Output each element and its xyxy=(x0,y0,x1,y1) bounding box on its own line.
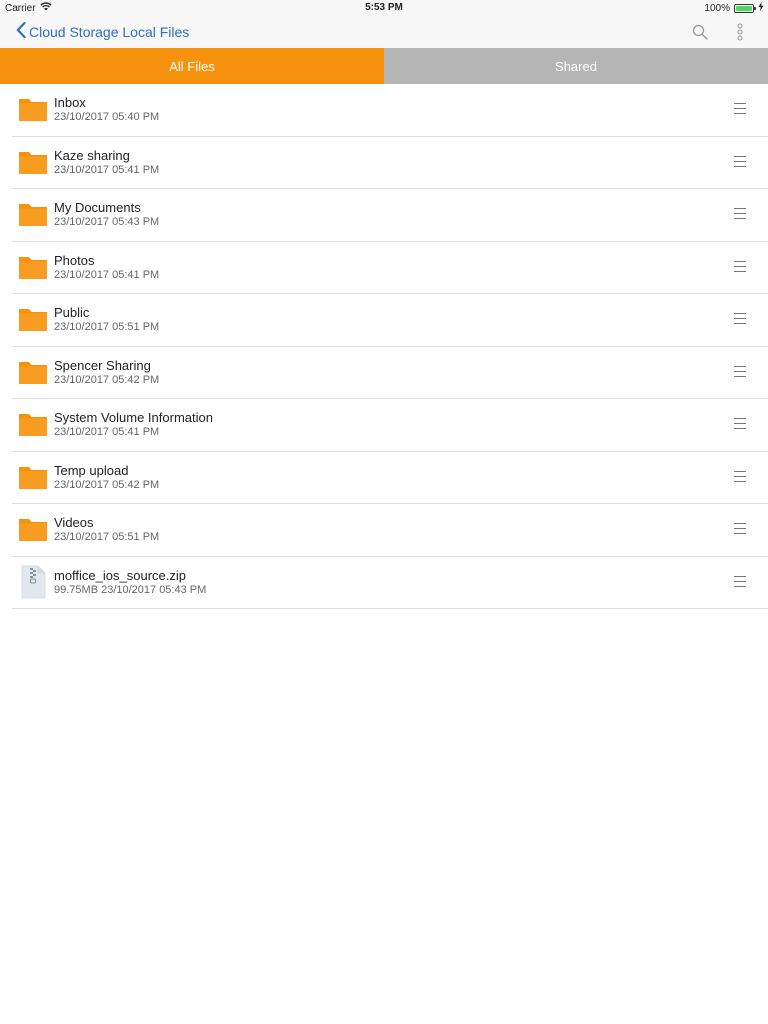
tab-shared[interactable]: Shared xyxy=(384,48,768,84)
folder-icon xyxy=(18,94,48,124)
tab-all-files[interactable]: All Files xyxy=(0,48,384,84)
back-button[interactable]: Cloud Storage Local Files xyxy=(16,21,190,41)
hamburger-menu-icon[interactable] xyxy=(734,313,746,325)
folder-icon xyxy=(18,199,48,229)
file-meta: 23/10/2017 05:43 PM xyxy=(54,216,160,228)
status-bar: Carrier 5:53 PM 100% xyxy=(0,0,768,16)
nav-bar: Cloud Storage Local Files xyxy=(0,16,768,48)
file-meta: 23/10/2017 05:40 PM xyxy=(54,111,160,123)
folder-icon xyxy=(18,514,48,544)
file-meta: 23/10/2017 05:41 PM xyxy=(54,268,160,281)
folder-icon xyxy=(18,147,48,177)
back-label: Cloud Storage Local Files xyxy=(29,23,190,40)
file-meta: 23/10/2017 05:42 PM xyxy=(54,478,160,491)
file-name: Videos xyxy=(54,515,94,530)
hamburger-menu-icon[interactable] xyxy=(734,155,746,168)
hamburger-menu-icon[interactable] xyxy=(734,523,746,535)
list-item[interactable]: Temp upload 23/10/2017 05:42 PM xyxy=(12,452,768,504)
file-meta: 23/10/2017 05:51 PM xyxy=(54,321,160,333)
zip-file-icon xyxy=(18,565,48,598)
hamburger-menu-icon[interactable] xyxy=(734,103,746,115)
file-name: moffice_ios_source.zip xyxy=(54,567,186,583)
search-icon[interactable] xyxy=(690,22,710,42)
folder-icon xyxy=(18,252,48,282)
list-item[interactable]: Kaze sharing 23/10/2017 05:41 PM xyxy=(12,137,768,189)
charging-icon xyxy=(758,2,764,14)
tab-bar: All Files Shared xyxy=(0,48,768,84)
list-item[interactable]: Photos 23/10/2017 05:41 PM xyxy=(12,242,768,294)
hamburger-menu-icon[interactable] xyxy=(734,208,746,220)
hamburger-menu-icon[interactable] xyxy=(734,575,746,588)
list-item[interactable]: Videos 23/10/2017 05:51 PM xyxy=(12,504,768,557)
nav-actions xyxy=(690,22,750,42)
battery-icon xyxy=(734,3,756,13)
hamburger-menu-icon[interactable] xyxy=(734,418,746,430)
file-meta: 23/10/2017 05:41 PM xyxy=(54,163,160,176)
file-meta: 23/10/2017 05:51 PM xyxy=(54,531,160,543)
folder-icon xyxy=(18,304,48,334)
folder-icon xyxy=(18,357,48,387)
list-item[interactable]: Public 23/10/2017 05:51 PM xyxy=(12,294,768,347)
file-name: Spencer Sharing xyxy=(54,357,151,373)
file-meta: 23/10/2017 05:42 PM xyxy=(54,373,160,386)
file-name: Temp upload xyxy=(54,462,129,478)
status-time: 5:53 PM xyxy=(365,2,403,13)
folder-icon xyxy=(18,462,48,492)
hamburger-menu-icon[interactable] xyxy=(734,470,746,483)
folder-icon xyxy=(18,409,48,439)
battery-level xyxy=(736,5,752,11)
file-name: System Volume Information xyxy=(54,410,213,425)
list-item[interactable]: moffice_ios_source.zip 99.75MB 23/10/2017… xyxy=(12,557,768,609)
file-name: Kaze sharing xyxy=(54,147,130,163)
file-name: Inbox xyxy=(54,95,86,110)
file-name: My Documents xyxy=(54,200,141,215)
more-vertical-icon[interactable] xyxy=(730,22,750,42)
file-name: Photos xyxy=(54,252,95,268)
file-name: Public xyxy=(54,305,90,320)
file-meta: 99.75MB 23/10/2017 05:43 PM xyxy=(54,583,207,596)
list-item[interactable]: Inbox 23/10/2017 05:40 PM xyxy=(12,84,768,137)
hamburger-menu-icon[interactable] xyxy=(734,260,746,273)
chevron-left-icon xyxy=(16,21,26,41)
list-item[interactable]: System Volume Information 23/10/2017 05:4… xyxy=(12,399,768,452)
list-item[interactable]: Spencer Sharing 23/10/2017 05:42 PM xyxy=(12,347,768,399)
battery-percent: 100% xyxy=(704,2,730,14)
hamburger-menu-icon[interactable] xyxy=(734,365,746,378)
file-list: Inbox 23/10/2017 05:40 PM Kaze sharing 23/1… xyxy=(12,84,768,609)
file-meta: 23/10/2017 05:41 PM xyxy=(54,426,160,438)
status-right: 100% xyxy=(704,2,764,14)
list-item[interactable]: My Documents 23/10/2017 05:43 PM xyxy=(12,189,768,242)
